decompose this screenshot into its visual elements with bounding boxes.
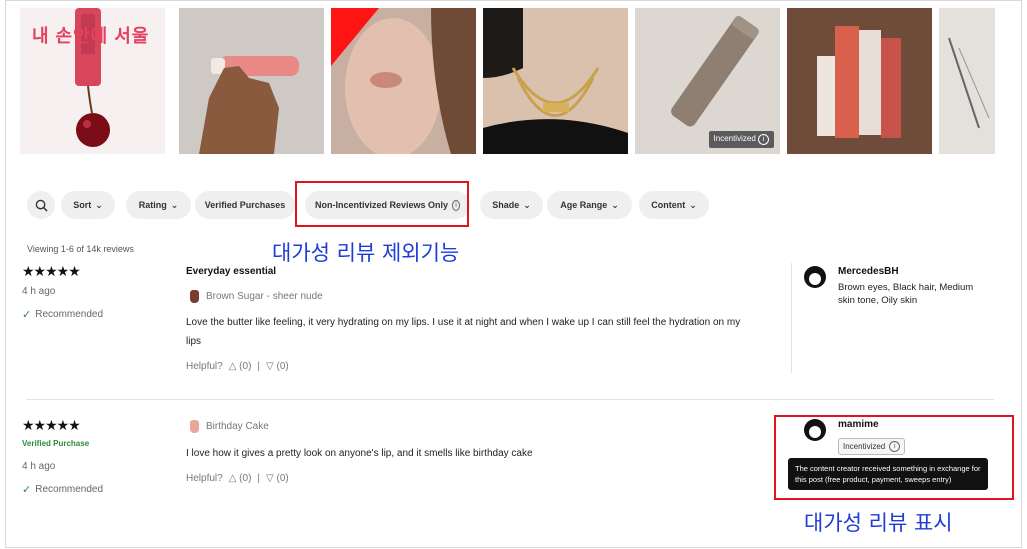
chevron-down-icon: ⌄: [95, 199, 103, 210]
shade-swatch-icon: [190, 420, 199, 433]
info-icon: i: [758, 134, 769, 145]
column-divider: [791, 263, 792, 373]
chevron-down-icon: ⌄: [611, 199, 619, 210]
review-body: I love how it gives a pretty look on any…: [186, 448, 533, 459]
incentivized-photo-tag: Incentivized i: [708, 131, 774, 148]
chevron-down-icon: ⌄: [523, 199, 531, 210]
photo-beige-tube[interactable]: Incentivized i: [635, 8, 780, 154]
review-title: Everyday essential: [186, 266, 277, 277]
review-count: Viewing 1-6 of 14k reviews: [27, 244, 134, 254]
photo-face-lips[interactable]: [331, 8, 476, 154]
checkmark-icon: ✓: [22, 309, 32, 321]
review-divider: [26, 399, 994, 400]
helpful-row: Helpful? △ (0) | ▽ (0): [186, 473, 289, 484]
shade-filter[interactable]: Shade ⌄: [480, 191, 543, 219]
helpful-row: Helpful? △ (0) | ▽ (0): [186, 361, 289, 372]
chevron-down-icon: ⌄: [689, 199, 697, 210]
reviewer-name[interactable]: MercedesBH: [838, 266, 899, 277]
chevron-down-icon: ⌄: [170, 199, 179, 210]
rating-filter[interactable]: Rating ⌄: [126, 191, 191, 219]
avatar: [804, 266, 826, 288]
photo-necklace[interactable]: [483, 8, 628, 154]
photo-product-boxes[interactable]: [787, 8, 932, 154]
review-time: 4 h ago: [22, 461, 56, 472]
shade-label: Birthday Cake: [190, 420, 269, 433]
shade-swatch-icon: [190, 290, 199, 303]
recommended-label: ✓ Recommended: [22, 309, 104, 321]
recommended-label: ✓ Recommended: [22, 484, 104, 496]
review-time: 4 h ago: [22, 286, 56, 297]
thumbs-up-button[interactable]: △ (0): [229, 473, 252, 484]
seoul-logo-text: 내 손안에 서울: [32, 26, 150, 46]
checkmark-icon: ✓: [22, 484, 32, 496]
photo-hand-with-tube[interactable]: [179, 8, 324, 154]
filter-annotation: 대가성 리뷰 제외기능: [272, 241, 460, 265]
shade-label: Brown Sugar - sheer nude: [190, 290, 323, 303]
review-page: 내 손안에 서울 Incentivized i Sort ⌄ Rating ⌄ …: [5, 0, 1022, 548]
search-icon: [35, 199, 48, 212]
thumbs-up-button[interactable]: △ (0): [229, 361, 252, 372]
search-button[interactable]: [27, 191, 55, 219]
photo-product-cherry[interactable]: 내 손안에 서울: [20, 8, 165, 154]
star-rating: ★★★★★: [22, 263, 81, 279]
verified-purchases-filter[interactable]: Verified Purchases: [195, 191, 295, 219]
filter-highlight-box: [295, 181, 469, 227]
age-range-filter[interactable]: Age Range ⌄: [547, 191, 632, 219]
badge-annotation: 대가성 리뷰 표시: [804, 511, 953, 535]
thumbs-down-button[interactable]: ▽ (0): [266, 473, 289, 484]
sort-filter[interactable]: Sort ⌄: [61, 191, 115, 219]
verified-purchase-badge: Verified Purchase: [22, 439, 90, 448]
star-rating: ★★★★★: [22, 417, 81, 433]
photo-partial[interactable]: [939, 8, 995, 154]
content-filter[interactable]: Content ⌄: [639, 191, 709, 219]
thumbs-down-button[interactable]: ▽ (0): [266, 361, 289, 372]
badge-highlight-box: [774, 415, 1014, 500]
reviewer-info: Brown eyes, Black hair, Medium skin tone…: [838, 282, 974, 306]
review-body: Love the butter like feeling, it very hy…: [186, 317, 741, 347]
